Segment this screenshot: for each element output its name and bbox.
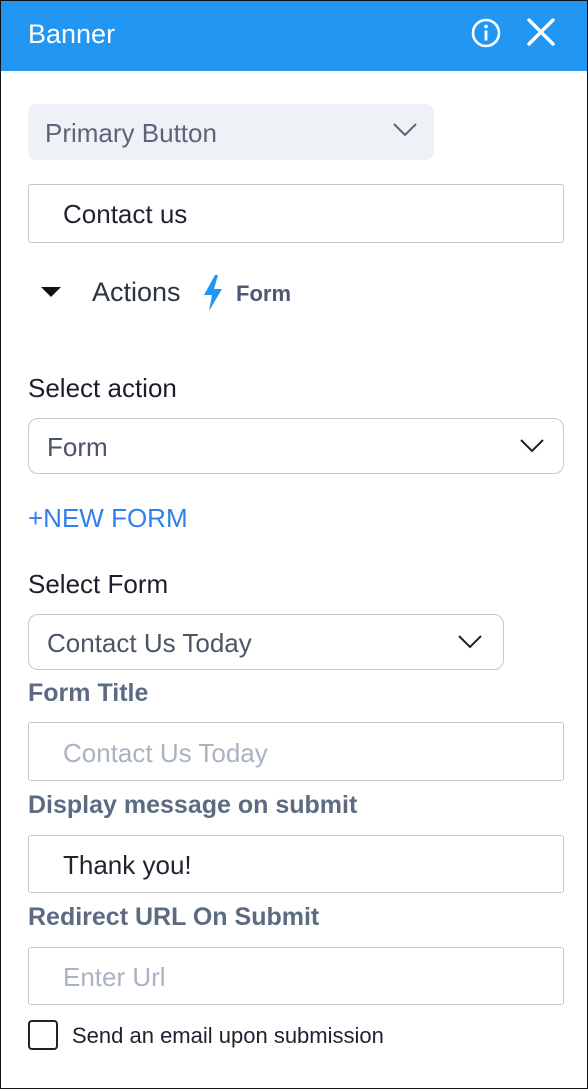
select-action-label: Select action <box>28 373 177 403</box>
display-message-label: Display message on submit <box>28 791 358 819</box>
display-message-value: Thank you! <box>63 850 192 880</box>
redirect-url-label: Redirect URL On Submit <box>28 903 320 931</box>
send-email-option[interactable]: Send an email upon submission <box>28 1018 548 1054</box>
lightning-bolt-icon <box>204 275 222 311</box>
form-title-placeholder: Contact Us Today <box>63 738 268 768</box>
panel-title: Banner <box>28 19 116 49</box>
select-action-dropdown[interactable]: Form <box>28 418 564 474</box>
current-action-tag: Form <box>236 281 291 306</box>
chevron-down-icon <box>393 123 417 137</box>
select-form-label: Select Form <box>28 569 169 599</box>
redirect-url-input[interactable]: Enter Url <box>28 947 564 1005</box>
info-icon[interactable] <box>470 17 502 49</box>
select-form-value: Contact Us Today <box>47 628 252 658</box>
redirect-url-placeholder: Enter Url <box>63 962 166 992</box>
button-type-value: Primary Button <box>45 118 217 148</box>
new-form-link[interactable]: +NEW FORM <box>28 503 188 534</box>
banner-panel: Banner Primary Button Contact us Actions… <box>0 0 588 1089</box>
panel-header: Banner <box>1 1 587 71</box>
caret-down-icon <box>41 287 61 297</box>
button-text-input[interactable]: Contact us <box>28 184 564 243</box>
form-title-input[interactable]: Contact Us Today <box>28 722 564 781</box>
button-text-value: Contact us <box>63 199 188 229</box>
chevron-down-icon <box>520 439 544 453</box>
actions-toggle[interactable]: Actions Form <box>41 271 441 315</box>
send-email-checkbox[interactable] <box>28 1020 58 1050</box>
send-email-label: Send an email upon submission <box>72 1023 384 1048</box>
select-form-dropdown[interactable]: Contact Us Today <box>28 614 504 670</box>
button-type-select[interactable]: Primary Button <box>28 104 434 160</box>
select-action-value: Form <box>47 432 108 462</box>
close-icon[interactable] <box>524 15 558 49</box>
chevron-down-icon <box>458 635 482 649</box>
actions-label: Actions <box>92 277 181 307</box>
form-title-label: Form Title <box>28 679 149 707</box>
display-message-input[interactable]: Thank you! <box>28 835 564 893</box>
